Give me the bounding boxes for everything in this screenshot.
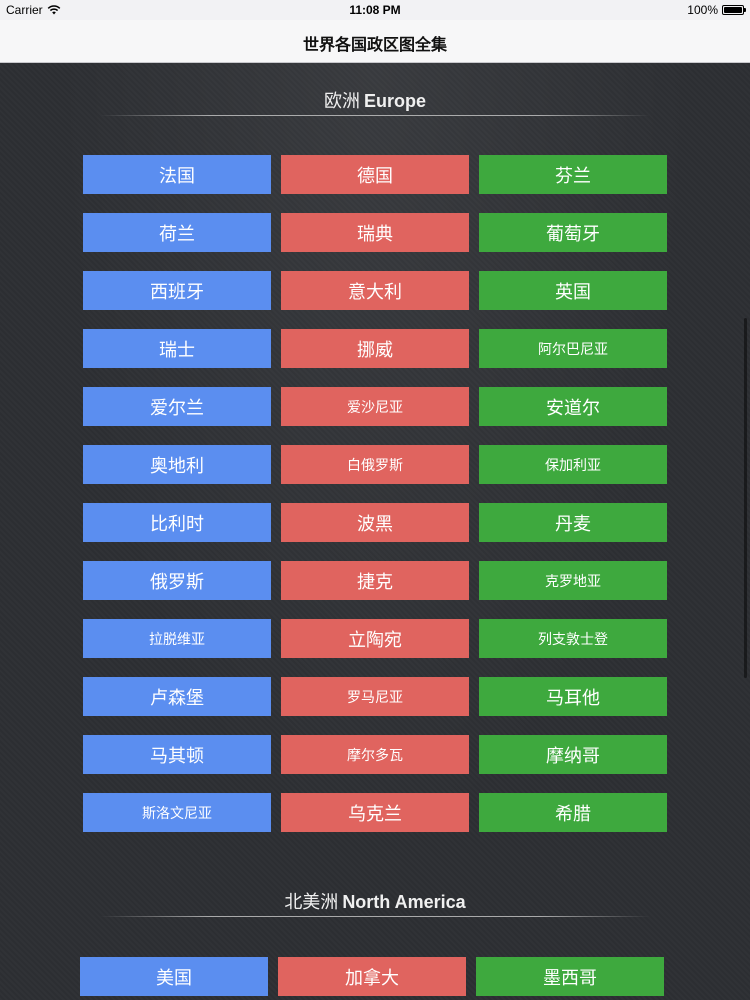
battery-percent: 100% [687,3,718,17]
country-button[interactable]: 爱沙尼亚 [281,387,469,426]
section-heading-north-america: 北美洲 North America [0,888,750,914]
status-time: 11:08 PM [349,3,401,17]
country-button[interactable]: 荷兰 [83,213,271,252]
country-button[interactable]: 瑞典 [281,213,469,252]
country-button[interactable]: 白俄罗斯 [281,445,469,484]
battery-icon [722,5,746,15]
country-button[interactable]: 葡萄牙 [479,213,667,252]
country-button[interactable]: 俄罗斯 [83,561,271,600]
country-button[interactable]: 阿尔巴尼亚 [479,329,667,368]
country-button[interactable]: 捷克 [281,561,469,600]
country-button[interactable]: 保加利亚 [479,445,667,484]
country-button[interactable]: 马其顿 [83,735,271,774]
section-title-en: Europe [363,91,426,111]
country-button[interactable]: 摩纳哥 [479,735,667,774]
section-title-en: North America [342,892,466,912]
country-button[interactable]: 卢森堡 [83,677,271,716]
country-button[interactable]: 希腊 [479,793,667,832]
country-button[interactable]: 加拿大 [278,957,466,996]
section-title-zh: 欧洲 [323,91,360,112]
country-button[interactable]: 爱尔兰 [83,387,271,426]
page-title: 世界各国政区图全集 [302,35,447,54]
country-button[interactable]: 立陶宛 [281,619,469,658]
navigation-bar: 世界各国政区图全集 [0,20,750,63]
country-button[interactable]: 瑞士 [83,329,271,368]
country-button[interactable]: 奥地利 [83,445,271,484]
country-button[interactable]: 斯洛文尼亚 [83,793,271,832]
battery-info: 100% [687,3,746,17]
country-button[interactable]: 法国 [83,155,271,194]
country-button[interactable]: 安道尔 [479,387,667,426]
map-list-content[interactable]: 欧洲 Europe 法国 德国 芬兰 荷兰 瑞典 葡萄牙 西班牙 意大利 英国 瑞士 挪威 阿尔巴尼亚爱… [0,63,750,1000]
country-button[interactable]: 列支敦士登 [479,619,667,658]
country-button[interactable]: 西班牙 [83,271,271,310]
country-button[interactable]: 丹麦 [479,503,667,542]
country-button[interactable]: 波黑 [281,503,469,542]
country-button[interactable]: 英国 [479,271,667,310]
section-divider [100,916,650,917]
country-button[interactable]: 拉脱维亚 [83,619,271,658]
country-button[interactable]: 罗马尼亚 [281,677,469,716]
country-button[interactable]: 比利时 [83,503,271,542]
country-button[interactable]: 克罗地亚 [479,561,667,600]
country-button[interactable]: 德国 [281,155,469,194]
country-button[interactable]: 马耳他 [479,677,667,716]
country-button[interactable]: 意大利 [281,271,469,310]
europe-country-grid: 法国 德国 芬兰荷兰 瑞典 葡萄牙西班牙 意大利 英国瑞士 挪威 阿尔巴尼亚爱尔兰 爱沙尼亚 安道尔… [83,155,667,832]
north-america-country-grid: 美国 加拿大 墨西哥 [80,957,664,996]
status-bar: Carrier 11:08 PM 100% [0,0,750,20]
country-button[interactable]: 墨西哥 [476,957,664,996]
country-button[interactable]: 摩尔多瓦 [281,735,469,774]
scrollbar[interactable] [744,318,747,678]
section-title-zh: 北美洲 [284,892,339,913]
section-heading-europe: 欧洲 Europe [0,87,750,113]
country-button[interactable]: 芬兰 [479,155,667,194]
country-button[interactable]: 乌克兰 [281,793,469,832]
country-button[interactable]: 挪威 [281,329,469,368]
battery-fill [724,7,742,13]
section-divider [100,115,650,116]
country-button[interactable]: 美国 [80,957,268,996]
